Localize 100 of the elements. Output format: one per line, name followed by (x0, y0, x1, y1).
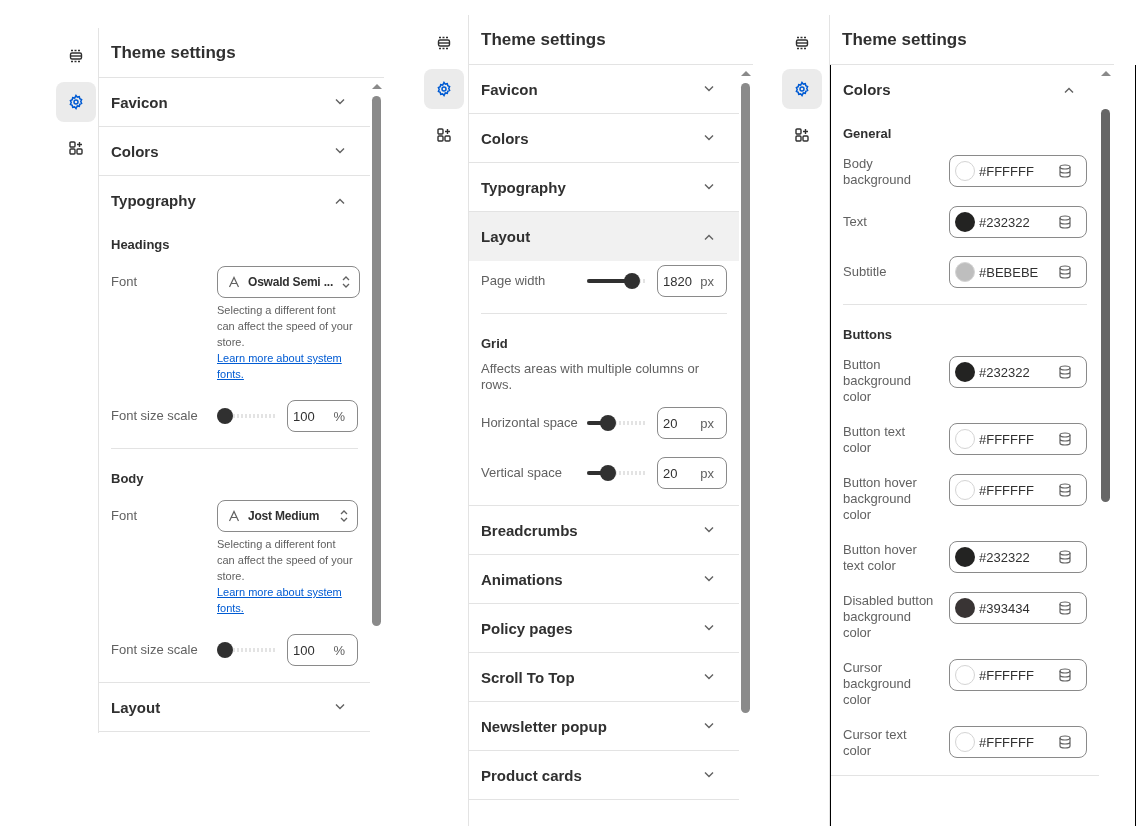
slider-handle[interactable] (217, 642, 233, 658)
chevron-down-icon (703, 134, 715, 142)
color-swatch[interactable] (955, 665, 975, 685)
field-label: Disabled button background color (843, 592, 935, 641)
field-label: Font size scale (111, 642, 199, 658)
slider-handle[interactable] (217, 408, 233, 424)
field-label: Cursor background color (843, 659, 912, 708)
help-text: Selecting a different font can affect the speed of your store. (217, 538, 353, 582)
field-label: Horizontal space (481, 415, 579, 431)
help-link[interactable]: Learn more about system fonts. (217, 584, 353, 616)
help-text: Selecting a different font can affect the speed of your store. (217, 304, 353, 348)
field-label: Vertical space (481, 465, 563, 481)
number-field[interactable]: 100 % (287, 400, 358, 432)
font-select[interactable]: Jost Medium (217, 500, 358, 532)
font-icon (228, 510, 240, 522)
group-heading: General (843, 126, 893, 141)
number-field[interactable]: 100 % (287, 634, 358, 666)
panel-title: Theme settings (111, 42, 236, 63)
group-heading: Grid (481, 336, 509, 351)
slider-handle[interactable] (624, 273, 641, 289)
color-swatch[interactable] (955, 480, 975, 500)
color-swatch[interactable] (955, 547, 975, 567)
color-field[interactable]: #FFFFFF (949, 423, 1087, 455)
number-field[interactable]: 20 px (657, 457, 727, 489)
panel-title: Theme settings (842, 29, 967, 50)
chevron-down-icon (703, 722, 715, 730)
number-field[interactable]: 20 px (657, 407, 727, 439)
group-heading: Headings (111, 237, 171, 252)
chevron-down-icon (703, 771, 715, 779)
unit-label: px (700, 273, 714, 289)
section-layout-icon (794, 35, 810, 51)
font-select[interactable]: Oswald Semi ... (217, 266, 361, 298)
color-swatch[interactable] (955, 429, 975, 449)
color-field[interactable]: #393434 (949, 592, 1087, 624)
chevron-down-icon (334, 98, 346, 106)
sidebar-tab[interactable] (782, 69, 822, 109)
color-swatch[interactable] (955, 732, 975, 752)
unit-label: % (333, 642, 345, 658)
chevron-down-icon (703, 673, 715, 681)
slider-handle[interactable] (600, 465, 617, 481)
color-field[interactable]: #FFFFFF (949, 474, 1087, 506)
color-swatch[interactable] (955, 212, 975, 232)
color-field[interactable]: #232322 (949, 356, 1087, 388)
field-label: Button hover background color (843, 474, 918, 523)
database-icon (1058, 164, 1072, 178)
field-label: Button background color (843, 356, 912, 405)
settings-icon (794, 81, 810, 97)
select-arrows-icon (341, 275, 352, 289)
field-label: Font (111, 274, 138, 290)
chevron-down-icon (334, 147, 346, 155)
database-icon (1058, 601, 1072, 615)
panel-title: Theme settings (481, 29, 606, 50)
unit-label: % (333, 408, 345, 424)
settings-icon (67, 94, 84, 110)
slider-handle[interactable] (600, 415, 617, 431)
field-label: Button text color (843, 423, 907, 456)
color-swatch[interactable] (955, 362, 975, 382)
help-link[interactable]: Learn more about system fonts. (217, 350, 353, 382)
database-icon (1058, 215, 1072, 229)
database-icon (1058, 735, 1072, 749)
field-label: Subtitle (843, 263, 888, 280)
chevron-down-icon (334, 703, 346, 711)
chevron-up-icon (334, 196, 346, 205)
group-heading: Buttons (843, 327, 894, 342)
field-label: Text (843, 213, 868, 230)
section-layout-icon (67, 48, 84, 64)
section-header[interactable]: Layout (469, 212, 739, 261)
database-icon (1058, 432, 1072, 446)
color-swatch[interactable] (955, 262, 975, 282)
group-description: Affects areas with multiple columns or rows. (481, 361, 700, 393)
database-icon (1058, 365, 1072, 379)
chevron-down-icon (703, 624, 715, 632)
color-swatch[interactable] (955, 598, 975, 618)
add-block-icon (67, 140, 84, 156)
database-icon (1058, 550, 1072, 564)
chevron-down-icon (703, 183, 715, 191)
sidebar-tab[interactable] (424, 69, 464, 109)
color-swatch[interactable] (955, 161, 975, 181)
section-layout-icon (436, 35, 452, 51)
color-field[interactable]: #232322 (949, 206, 1087, 238)
unit-label: px (700, 465, 714, 481)
unit-label: px (700, 415, 714, 431)
database-icon (1058, 483, 1072, 497)
color-field[interactable]: #FFFFFF (949, 155, 1087, 187)
chevron-down-icon (703, 575, 715, 583)
field-label: Page width (481, 273, 547, 289)
sidebar-tab[interactable] (55, 82, 96, 122)
group-heading: Body (111, 471, 145, 486)
settings-icon (436, 81, 452, 97)
color-field[interactable]: #FFFFFF (949, 726, 1087, 758)
database-icon (1058, 668, 1072, 682)
add-block-icon (436, 127, 452, 143)
chevron-down-icon (703, 85, 715, 93)
number-field[interactable]: 1820 px (657, 265, 727, 297)
color-field[interactable]: #FFFFFF (949, 659, 1087, 691)
field-label: Body background (843, 155, 912, 188)
database-icon (1058, 265, 1072, 279)
color-field[interactable]: #232322 (949, 541, 1087, 573)
color-field[interactable]: #BEBEBE (949, 256, 1087, 288)
field-label: Cursor text color (843, 726, 908, 759)
